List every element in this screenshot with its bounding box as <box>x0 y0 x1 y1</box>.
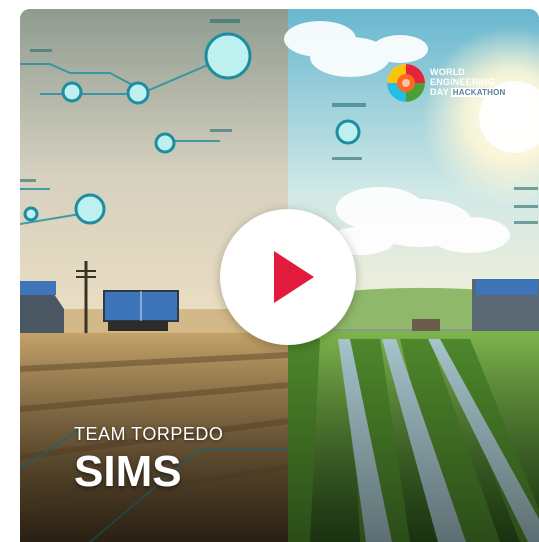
logo-badge: HACKATHON <box>450 88 508 97</box>
play-button[interactable] <box>220 209 356 345</box>
logo-wordmark: WORLD ENGINEERING DAY HACKATHON <box>430 67 508 97</box>
globe-icon <box>387 64 425 102</box>
video-card[interactable]: WORLD ENGINEERING DAY HACKATHON TEAM TORP… <box>20 9 539 542</box>
logo-line-1: WORLD <box>430 67 465 77</box>
logo-line-3: DAY <box>430 87 449 97</box>
logo-line-2: ENGINEERING <box>430 77 496 87</box>
play-icon <box>274 251 314 303</box>
team-label: TEAM TORPEDO <box>74 424 224 444</box>
world-engineering-day-logo: WORLD ENGINEERING DAY HACKATHON <box>386 63 508 107</box>
video-caption: TEAM TORPEDO SIMS <box>74 423 223 497</box>
project-title: SIMS <box>74 447 182 496</box>
